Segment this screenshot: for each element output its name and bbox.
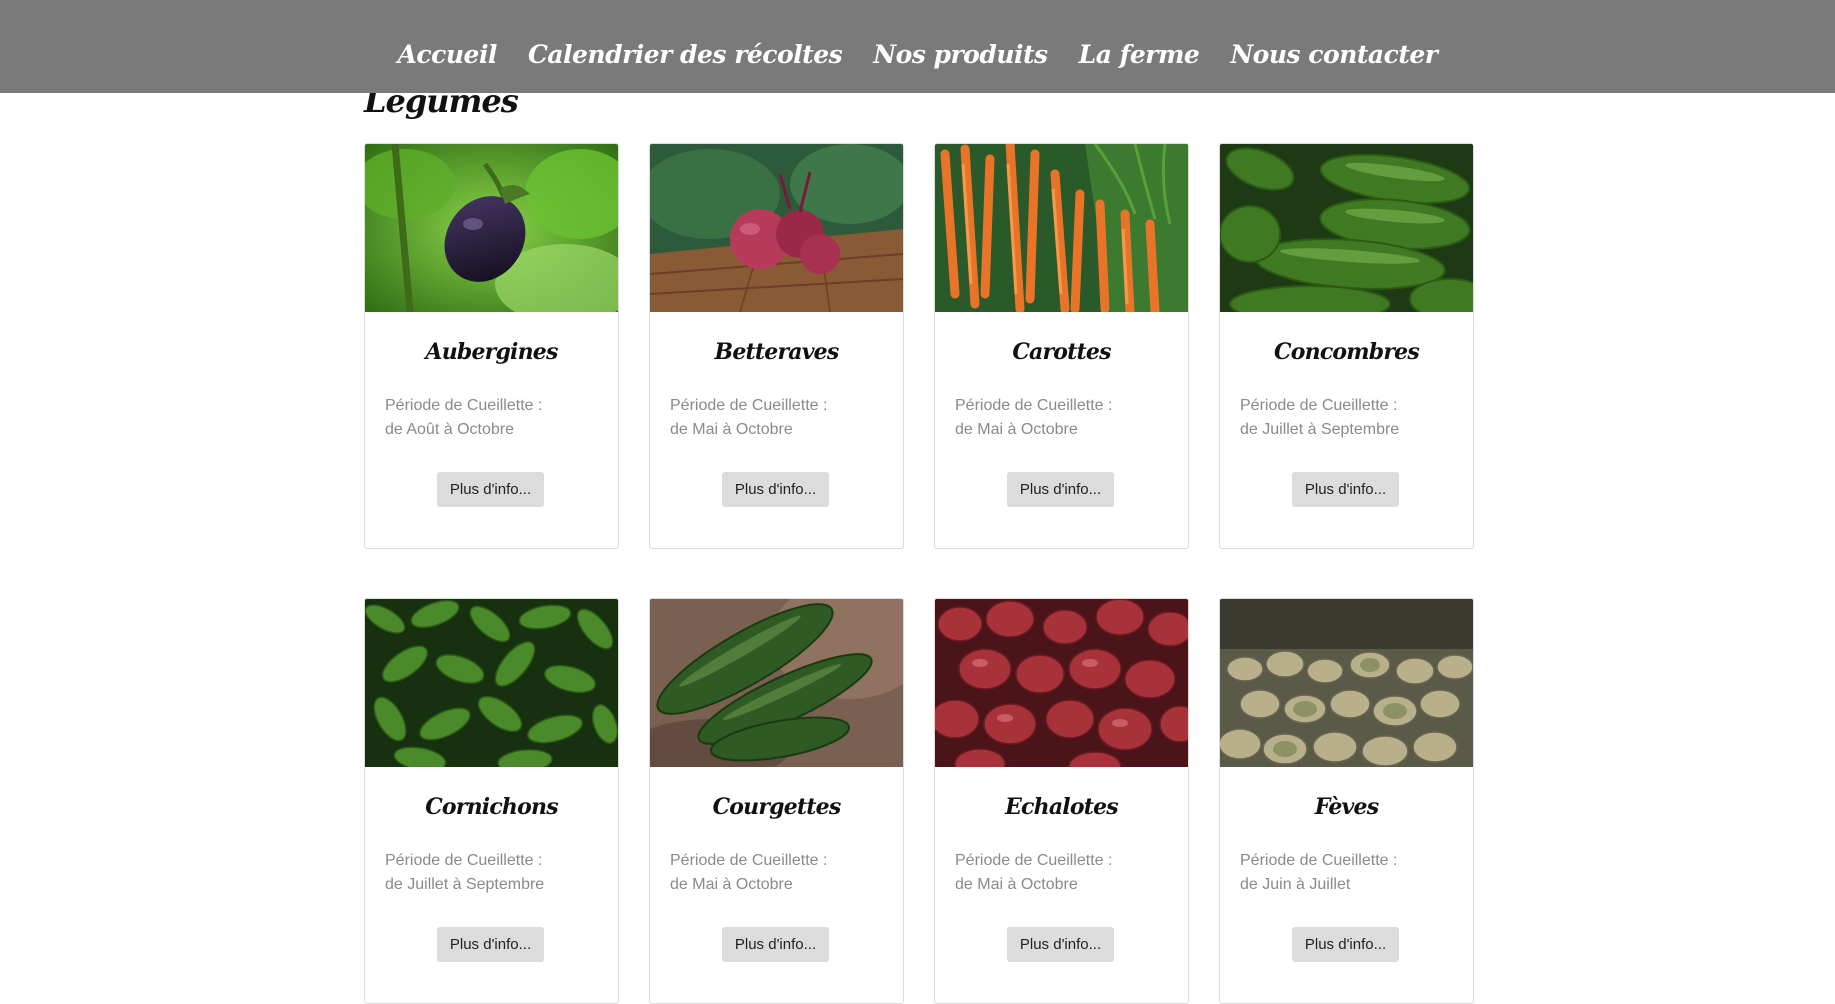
top-navbar: Accueil Calendrier des récoltes Nos prod… [0,0,1835,93]
card-title: Betteraves [714,339,840,365]
period-value: de Mai à Octobre [670,876,793,893]
product-grid: Aubergines Période de Cueillette : de Ao… [364,143,1476,1004]
more-info-button[interactable]: Plus d'info... [1007,472,1114,507]
harvest-period: Période de Cueillette : de Mai à Octobre [955,394,1112,442]
period-value: de Mai à Octobre [670,421,793,438]
period-value: de Juillet à Septembre [385,876,545,893]
nav-item-calendrier[interactable]: Calendrier des récoltes [528,40,843,69]
beetroot-photo [650,144,903,312]
period-label: Période de Cueillette : [955,397,1113,414]
period-label: Période de Cueillette : [1240,852,1398,869]
more-info-button[interactable]: Plus d'info... [437,927,544,962]
card-title: Carottes [1012,339,1111,365]
nav-item-accueil[interactable]: Accueil [398,40,498,69]
more-info-button[interactable]: Plus d'info... [1292,472,1399,507]
product-card: Cornichons Période de Cueillette : de Ju… [364,598,619,1004]
product-card: Carottes Période de Cueillette : de Mai … [934,143,1189,549]
carrot-photo [935,144,1188,312]
product-card: Courgettes Période de Cueillette : de Ma… [649,598,904,1004]
shallot-photo [935,599,1188,767]
product-card: Fèves Période de Cueillette : de Juin à … [1219,598,1474,1004]
harvest-period: Période de Cueillette : de Juin à Juille… [1240,849,1397,897]
card-title: Fèves [1314,794,1379,820]
period-value: de Août à Octobre [385,421,514,438]
card-title: Echalotes [1005,794,1119,820]
period-value: de Mai à Octobre [955,421,1078,438]
period-value: de Juin à Juillet [1240,876,1351,893]
card-title: Aubergines [425,339,558,365]
eggplant-photo [365,144,618,312]
harvest-period: Période de Cueillette : de Juillet à Sep… [1240,394,1399,442]
harvest-period: Période de Cueillette : de Mai à Octobre [670,849,827,897]
harvest-period: Période de Cueillette : de Mai à Octobre [670,394,827,442]
period-label: Période de Cueillette : [1240,397,1398,414]
period-label: Période de Cueillette : [385,397,543,414]
period-label: Période de Cueillette : [670,397,828,414]
harvest-period: Période de Cueillette : de Août à Octobr… [385,394,542,442]
product-card: Concombres Période de Cueillette : de Ju… [1219,143,1474,549]
gherkin-photo [365,599,618,767]
broad-bean-photo [1220,599,1473,767]
period-value: de Mai à Octobre [955,876,1078,893]
more-info-button[interactable]: Plus d'info... [1292,927,1399,962]
zucchini-photo [650,599,903,767]
more-info-button[interactable]: Plus d'info... [1007,927,1114,962]
nav-menu: Accueil Calendrier des récoltes Nos prod… [0,40,1835,69]
product-card: Betteraves Période de Cueillette : de Ma… [649,143,904,549]
nav-item-produits[interactable]: Nos produits [873,40,1048,69]
more-info-button[interactable]: Plus d'info... [722,472,829,507]
card-title: Concombres [1274,339,1420,365]
card-title: Cornichons [425,794,558,820]
nav-item-contact[interactable]: Nous contacter [1230,40,1438,69]
period-value: de Juillet à Septembre [1240,421,1400,438]
product-card: Aubergines Période de Cueillette : de Ao… [364,143,619,549]
harvest-period: Période de Cueillette : de Juillet à Sep… [385,849,544,897]
period-label: Période de Cueillette : [670,852,828,869]
nav-item-ferme[interactable]: La ferme [1079,40,1200,69]
period-label: Période de Cueillette : [385,852,543,869]
harvest-period: Période de Cueillette : de Mai à Octobre [955,849,1112,897]
period-label: Période de Cueillette : [955,852,1113,869]
main-content: Légumes Aubergines Période de Cueillette… [362,0,1474,1004]
more-info-button[interactable]: Plus d'info... [722,927,829,962]
cucumber-photo [1220,144,1473,312]
product-card: Echalotes Période de Cueillette : de Mai… [934,598,1189,1004]
card-title: Courgettes [712,794,842,820]
more-info-button[interactable]: Plus d'info... [437,472,544,507]
